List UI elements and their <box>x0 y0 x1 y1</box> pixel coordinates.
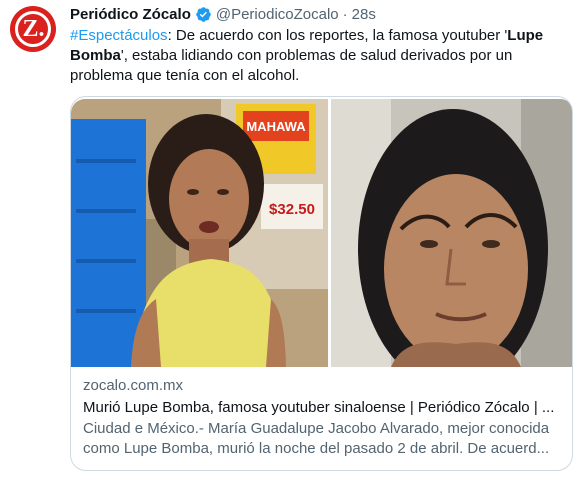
card-image-right[interactable] <box>331 99 572 367</box>
card-image-left[interactable]: MAHAWA $32.50 <box>71 99 328 367</box>
header-separator: · <box>342 5 348 23</box>
account-handle[interactable]: @PeriodicoZocalo <box>216 6 339 23</box>
sign-brand: MAHAWA <box>246 119 306 134</box>
woman-portrait-photo <box>331 99 572 367</box>
woman-yellow-top-photo: MAHAWA $32.50 <box>71 99 328 367</box>
card-domain[interactable]: zocalo.com.mx <box>83 377 183 394</box>
tweet-text: #Espectáculos: De acuerdo con los report… <box>70 26 560 86</box>
sign-price: $32.50 <box>269 201 315 218</box>
avatar-ring: Z. <box>15 11 51 47</box>
verified-badge-icon <box>196 6 211 22</box>
account-name[interactable]: Periódico Zócalo <box>70 6 191 23</box>
tweet-text-part1: : De acuerdo con los reportes, la famosa… <box>167 27 508 44</box>
hashtag-link[interactable]: #Espectáculos <box>70 27 168 44</box>
tweet-header: Periódico Zócalo @PeriodicoZocalo · 28s <box>70 4 376 24</box>
avatar-letter: Z. <box>22 16 45 42</box>
tweet-timestamp[interactable]: 28s <box>352 6 376 23</box>
avatar[interactable]: Z. <box>10 6 56 52</box>
card-description: Ciudad e México.- María Guadalupe Jacobo… <box>83 420 550 457</box>
tweet-text-part2: ', estaba lidiando con problemas de salu… <box>70 47 513 84</box>
link-card[interactable]: MAHAWA $32.50 zocalo.com.mx Murió Lupe B… <box>70 96 573 471</box>
card-title[interactable]: Murió Lupe Bomba, famosa youtuber sinalo… <box>83 399 567 416</box>
